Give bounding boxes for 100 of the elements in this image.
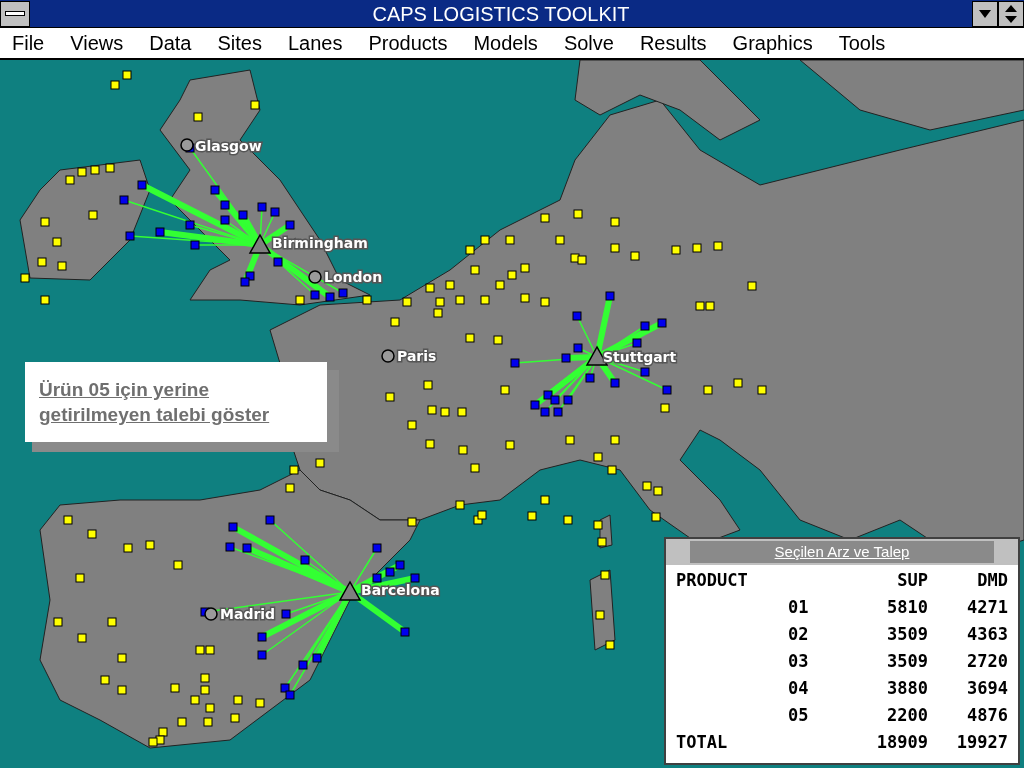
- site-square: [245, 271, 255, 281]
- site-square: [573, 209, 583, 219]
- site-square: [425, 283, 435, 293]
- site-square: [137, 180, 147, 190]
- site-square: [493, 335, 503, 345]
- circle-marker: [204, 607, 218, 621]
- table-cell-text: 3694: [966, 677, 1008, 700]
- menu-item[interactable]: Products: [368, 28, 448, 58]
- site-square: [220, 215, 230, 225]
- site-square: [100, 675, 110, 685]
- table-cell-text: 03: [788, 650, 810, 673]
- site-square: [605, 640, 615, 650]
- site-square: [145, 540, 155, 550]
- site-square: [285, 220, 295, 230]
- site-square: [158, 727, 168, 737]
- site-square: [228, 522, 238, 532]
- site-square: [385, 567, 395, 577]
- site-square: [119, 195, 129, 205]
- site-square: [125, 231, 135, 241]
- site-label: Stuttgart: [603, 349, 677, 365]
- site-square: [610, 378, 620, 388]
- menu-item[interactable]: Tools: [838, 28, 886, 58]
- site-square: [289, 465, 299, 475]
- site-square: [657, 318, 667, 328]
- site-square: [520, 293, 530, 303]
- site-square: [457, 407, 467, 417]
- site-square: [500, 385, 510, 395]
- site-square: [563, 515, 573, 525]
- menu-item[interactable]: Lanes: [287, 28, 343, 58]
- site-square: [733, 378, 743, 388]
- site-square: [390, 317, 400, 327]
- site-square: [692, 243, 702, 253]
- site-square: [75, 573, 85, 583]
- site-square: [410, 573, 420, 583]
- table-cell-text: 02: [788, 623, 810, 646]
- site-square: [660, 403, 670, 413]
- site-square: [257, 632, 267, 642]
- restore-icon[interactable]: [998, 0, 1024, 27]
- menu-item[interactable]: Sites: [217, 28, 262, 58]
- site-square: [87, 529, 97, 539]
- site-square: [385, 392, 395, 402]
- table-cell-text: 05: [788, 704, 810, 727]
- site-square: [148, 737, 158, 747]
- system-menu-icon[interactable]: [0, 0, 30, 27]
- site-square: [570, 253, 580, 263]
- site-square: [565, 435, 575, 445]
- site-square: [185, 220, 195, 230]
- site-square: [193, 112, 203, 122]
- menu-item[interactable]: Graphics: [732, 28, 813, 58]
- site-square: [177, 717, 187, 727]
- menu-item[interactable]: Data: [149, 28, 192, 58]
- minimize-icon[interactable]: [972, 0, 998, 27]
- site-square: [695, 301, 705, 311]
- site-square: [527, 511, 537, 521]
- site-square: [470, 265, 480, 275]
- site-square: [200, 673, 210, 683]
- table-cell-text: 18909: [875, 731, 928, 754]
- site-square: [561, 353, 571, 363]
- summary-title: Seçilen Arz ve Talep: [774, 541, 910, 562]
- site-square: [595, 610, 605, 620]
- site-square: [200, 685, 210, 695]
- site-square: [433, 308, 443, 318]
- site-square: [117, 685, 127, 695]
- menu-item[interactable]: Views: [70, 28, 124, 58]
- site-square: [122, 70, 132, 80]
- site-square: [427, 405, 437, 415]
- site-square: [605, 291, 615, 301]
- menu-item[interactable]: Solve: [563, 28, 614, 58]
- site-square: [105, 163, 115, 173]
- site-square: [40, 217, 50, 227]
- site-square: [205, 645, 215, 655]
- site-square: [477, 510, 487, 520]
- site-square: [238, 210, 248, 220]
- site-square: [372, 573, 382, 583]
- site-square: [265, 515, 275, 525]
- site-square: [530, 400, 540, 410]
- callout-link[interactable]: Ürün 05 için yerine getirilmeyen talebi göster: [39, 377, 313, 427]
- site-square: [285, 690, 295, 700]
- site-square: [372, 543, 382, 553]
- site-square: [77, 167, 87, 177]
- column-header: DMD: [976, 569, 1008, 592]
- site-square: [53, 617, 63, 627]
- site-square: [190, 695, 200, 705]
- site-square: [607, 465, 617, 475]
- site-square: [507, 270, 517, 280]
- site-square: [610, 435, 620, 445]
- menu-item[interactable]: File: [12, 28, 45, 58]
- site-square: [210, 185, 220, 195]
- table-cell-text: 3880: [886, 677, 928, 700]
- site-square: [480, 235, 490, 245]
- site-square: [662, 385, 672, 395]
- site-square: [310, 290, 320, 300]
- site-square: [553, 407, 563, 417]
- site-square: [610, 217, 620, 227]
- site-square: [155, 227, 165, 237]
- site-square: [455, 500, 465, 510]
- menu-item[interactable]: Results: [639, 28, 707, 58]
- site-square: [593, 520, 603, 530]
- circle-marker: [180, 138, 194, 152]
- menu-item[interactable]: Models: [473, 28, 538, 58]
